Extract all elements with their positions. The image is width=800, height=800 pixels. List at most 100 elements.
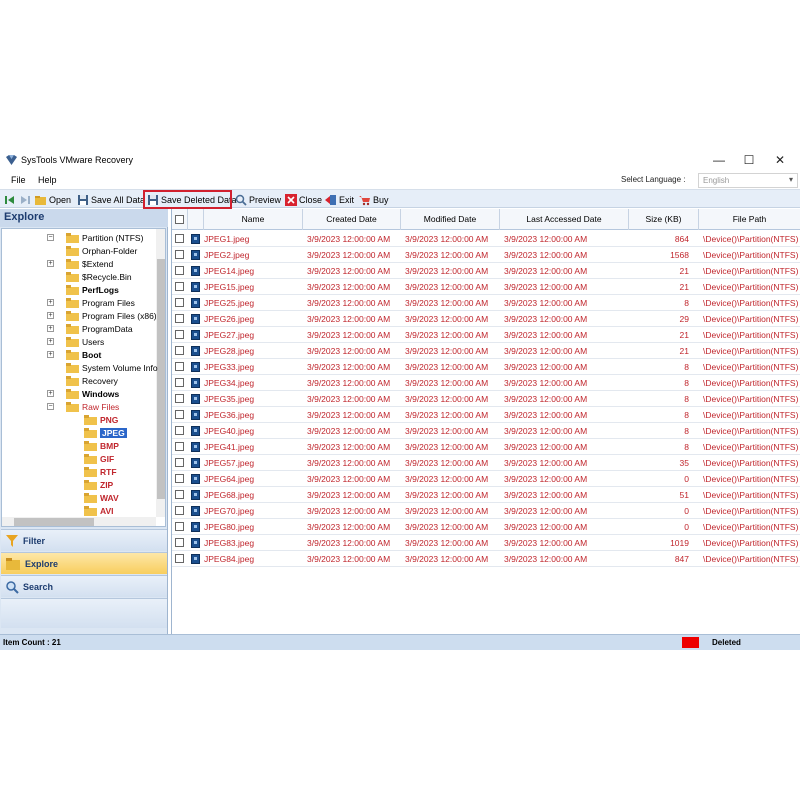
tree-item[interactable]: ZIP [84,479,113,491]
collapse-icon[interactable]: − [47,234,54,241]
buy-button[interactable]: Buy [359,192,389,207]
menu-file[interactable]: File [11,175,26,185]
row-checkbox[interactable] [175,458,184,467]
row-checkbox[interactable] [175,426,184,435]
tree-item[interactable]: Users [66,336,104,348]
row-checkbox[interactable] [175,298,184,307]
save-all-data-button[interactable]: Save All Data [77,192,145,207]
table-row[interactable]: JPEG2.jpeg 3/9/2023 12:00:00 AM 3/9/2023 1… [172,247,800,263]
tree-item[interactable]: System Volume Info [66,362,158,374]
explore-nav-button[interactable]: Explore [1,552,167,574]
language-select[interactable]: English ▾ [698,173,798,188]
row-checkbox[interactable] [175,474,184,483]
tree-item[interactable]: AVI [84,505,114,517]
table-row[interactable]: JPEG36.jpeg 3/9/2023 12:00:00 AM 3/9/2023 … [172,407,800,423]
folder-tree[interactable]: − Partition (NTFS) Orphan-Folder + $Extend $R… [1,228,166,527]
table-row[interactable]: JPEG26.jpeg 3/9/2023 12:00:00 AM 3/9/2023 … [172,311,800,327]
table-row[interactable]: JPEG80.jpeg 3/9/2023 12:00:00 AM 3/9/2023 … [172,519,800,535]
table-row[interactable]: JPEG64.jpeg 3/9/2023 12:00:00 AM 3/9/2023 … [172,471,800,487]
table-row[interactable]: JPEG83.jpeg 3/9/2023 12:00:00 AM 3/9/2023 … [172,535,800,551]
tree-item[interactable]: Orphan-Folder [66,245,137,257]
table-row[interactable]: JPEG84.jpeg 3/9/2023 12:00:00 AM 3/9/2023 … [172,551,800,567]
row-checkbox[interactable] [175,522,184,531]
table-row[interactable]: JPEG40.jpeg 3/9/2023 12:00:00 AM 3/9/2023 … [172,423,800,439]
table-row[interactable]: JPEG68.jpeg 3/9/2023 12:00:00 AM 3/9/2023 … [172,487,800,503]
header-created-date[interactable]: Created Date [303,209,401,230]
header-last-accessed-date[interactable]: Last Accessed Date [500,209,629,230]
row-checkbox[interactable] [175,394,184,403]
tree-item[interactable]: Recovery [66,375,118,387]
table-row[interactable]: JPEG41.jpeg 3/9/2023 12:00:00 AM 3/9/2023 … [172,439,800,455]
table-row[interactable]: JPEG27.jpeg 3/9/2023 12:00:00 AM 3/9/2023 … [172,327,800,343]
row-checkbox[interactable] [175,282,184,291]
menu-help[interactable]: Help [38,175,57,185]
tree-item[interactable]: $Recycle.Bin [66,271,132,283]
table-row[interactable]: JPEG14.jpeg 3/9/2023 12:00:00 AM 3/9/2023 … [172,263,800,279]
tree-item[interactable]: Program Files (x86) [66,310,157,322]
close-window-button[interactable]: ✕ [765,152,795,168]
select-all-checkbox[interactable] [175,215,184,224]
header-select-all[interactable] [172,209,188,230]
header-file-path[interactable]: File Path [699,209,800,230]
tree-item[interactable]: PNG [84,414,118,426]
header-modified-date[interactable]: Modified Date [401,209,500,230]
table-row[interactable]: JPEG35.jpeg 3/9/2023 12:00:00 AM 3/9/2023 … [172,391,800,407]
table-row[interactable]: JPEG34.jpeg 3/9/2023 12:00:00 AM 3/9/2023 … [172,375,800,391]
row-checkbox[interactable] [175,266,184,275]
table-row[interactable]: JPEG25.jpeg 3/9/2023 12:00:00 AM 3/9/2023 … [172,295,800,311]
tree-item[interactable]: ProgramData [66,323,133,335]
row-checkbox[interactable] [175,538,184,547]
exit-button[interactable]: Exit [325,192,354,207]
tree-item[interactable]: Partition (NTFS) [66,232,143,244]
expand-icon[interactable]: + [47,312,54,319]
tree-item[interactable]: Raw Files [66,401,119,413]
expand-icon[interactable]: + [47,338,54,345]
tree-item[interactable]: Program Files [66,297,135,309]
table-row[interactable]: JPEG33.jpeg 3/9/2023 12:00:00 AM 3/9/2023 … [172,359,800,375]
minimize-button[interactable]: — [704,152,734,168]
tree-item[interactable]: RTF [84,466,117,478]
expand-icon[interactable]: + [47,325,54,332]
row-checkbox[interactable] [175,506,184,515]
open-button[interactable]: Open [35,192,71,207]
scroll-thumb[interactable] [157,259,165,499]
row-checkbox[interactable] [175,490,184,499]
row-checkbox[interactable] [175,442,184,451]
row-checkbox[interactable] [175,234,184,243]
row-checkbox[interactable] [175,554,184,563]
row-checkbox[interactable] [175,314,184,323]
header-name[interactable]: Name [204,209,303,230]
tree-horizontal-scrollbar[interactable] [2,517,156,526]
row-checkbox[interactable] [175,346,184,355]
expand-icon[interactable]: + [47,390,54,397]
tree-item[interactable]: PerfLogs [66,284,119,296]
table-row[interactable]: JPEG1.jpeg 3/9/2023 12:00:00 AM 3/9/2023 1… [172,231,800,247]
tree-item[interactable]: WAV [84,492,119,504]
expand-icon[interactable]: + [47,299,54,306]
tree-item[interactable]: Windows [66,388,119,400]
row-checkbox[interactable] [175,330,184,339]
preview-button[interactable]: Preview [235,192,281,207]
tree-item[interactable]: BMP [84,440,119,452]
first-page-button[interactable] [4,192,16,207]
row-checkbox[interactable] [175,362,184,371]
tree-item[interactable]: Boot [66,349,101,361]
scroll-thumb[interactable] [14,518,94,526]
table-row[interactable]: JPEG70.jpeg 3/9/2023 12:00:00 AM 3/9/2023 … [172,503,800,519]
tree-item[interactable]: $Extend [66,258,113,270]
collapse-icon[interactable]: − [47,403,54,410]
header-size[interactable]: Size (KB) [629,209,699,230]
row-checkbox[interactable] [175,378,184,387]
table-row[interactable]: JPEG28.jpeg 3/9/2023 12:00:00 AM 3/9/2023 … [172,343,800,359]
close-button[interactable]: Close [285,192,322,207]
table-row[interactable]: JPEG57.jpeg 3/9/2023 12:00:00 AM 3/9/2023 … [172,455,800,471]
tree-item[interactable]: JPEG [84,427,127,439]
row-checkbox[interactable] [175,410,184,419]
tree-item[interactable]: GIF [84,453,114,465]
last-page-button[interactable] [19,192,31,207]
maximize-button[interactable]: ☐ [734,152,764,168]
expand-icon[interactable]: + [47,260,54,267]
filter-nav-button[interactable]: Filter [1,529,167,551]
search-nav-button[interactable]: Search [1,575,167,597]
table-row[interactable]: JPEG15.jpeg 3/9/2023 12:00:00 AM 3/9/2023 … [172,279,800,295]
